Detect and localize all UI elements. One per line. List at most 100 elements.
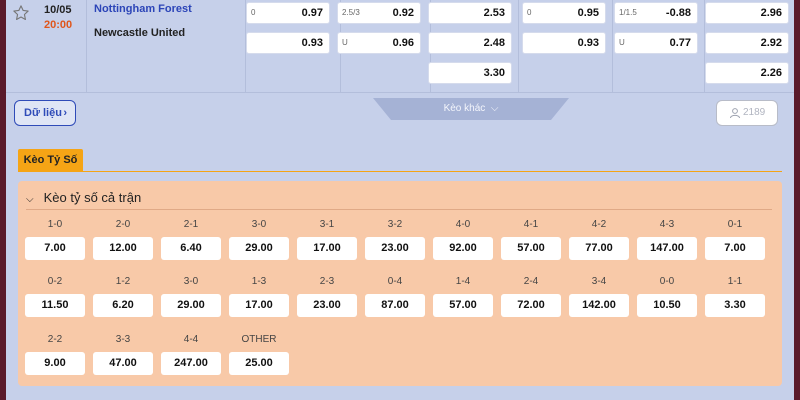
viewer-count: 2189: [743, 107, 766, 118]
score-label: 3-0: [183, 276, 199, 287]
odds-cell[interactable]: 2.53: [428, 2, 512, 24]
data-button[interactable]: Dữ liệu ›: [14, 100, 76, 126]
score-label: 2-2: [47, 334, 63, 345]
score-label: OTHER: [241, 334, 277, 345]
odds-value: 0.93: [301, 37, 323, 49]
score-odds-button[interactable]: 11.50: [25, 294, 85, 317]
score-label: 4-3: [659, 219, 675, 230]
score-label: 0-2: [47, 276, 63, 287]
score-label: 2-0: [115, 219, 131, 230]
score-label: 1-3: [251, 276, 267, 287]
more-odds-toggle[interactable]: Kèo khác ⌵: [373, 98, 569, 120]
score-label: 4-4: [183, 334, 199, 345]
score-label: 2-3: [319, 276, 335, 287]
score-label: 1-2: [115, 276, 131, 287]
panel-header[interactable]: ⌵ Kèo tỷ số cả trận: [26, 190, 141, 205]
score-odds-button[interactable]: 87.00: [365, 294, 425, 317]
score-odds-button[interactable]: 25.00: [229, 352, 289, 375]
more-odds-row: Kèo khác ⌵: [373, 103, 569, 114]
odds-cell[interactable]: 1/1.5 -0.88: [614, 2, 698, 24]
odds-value: 2.96: [760, 7, 782, 19]
score-odds-button[interactable]: 17.00: [297, 237, 357, 260]
odds-value: 0.97: [301, 7, 323, 19]
match-date: 10/05: [44, 4, 72, 16]
score-label: 3-2: [387, 219, 403, 230]
odds-value: 0.93: [577, 37, 599, 49]
odds-cell[interactable]: 2.92: [705, 32, 789, 54]
odds-cell[interactable]: 0 0.97: [246, 2, 330, 24]
odds-cell[interactable]: 2.26: [705, 62, 789, 84]
score-odds-button[interactable]: 29.00: [229, 237, 289, 260]
odds-board: 10/05 20:00 Nottingham Forest Newcastle …: [6, 0, 794, 400]
score-odds-button[interactable]: 29.00: [161, 294, 221, 317]
score-odds-button[interactable]: 23.00: [297, 294, 357, 317]
handicap-line: 0: [527, 8, 532, 17]
odds-value: 2.53: [483, 7, 505, 19]
score-odds-button[interactable]: 10.50: [637, 294, 697, 317]
score-odds-button[interactable]: 17.00: [229, 294, 289, 317]
odds-cell[interactable]: 2.48: [428, 32, 512, 54]
score-odds-button[interactable]: 12.00: [93, 237, 153, 260]
odds-value: 0.92: [392, 7, 414, 19]
score-label: 1-1: [727, 276, 743, 287]
handicap-line: 2.5/3: [342, 8, 360, 17]
odds-value: 0.96: [392, 37, 414, 49]
score-odds-button[interactable]: 7.00: [25, 237, 85, 260]
tab-correct-score[interactable]: Kèo Tỷ Số: [18, 149, 83, 171]
column-divider: [612, 0, 613, 92]
odds-cell[interactable]: 0.93: [522, 32, 606, 54]
score-odds-button[interactable]: 57.00: [433, 294, 493, 317]
odds-value: 0.95: [577, 7, 599, 19]
odds-value: 3.30: [483, 67, 505, 79]
chevron-down-icon: ⌵: [26, 194, 34, 205]
odds-cell[interactable]: 0 0.95: [522, 2, 606, 24]
match-row: 10/05 20:00 Nottingham Forest Newcastle …: [6, 0, 794, 92]
odds-cell[interactable]: 2.96: [705, 2, 789, 24]
home-team[interactable]: Nottingham Forest: [94, 3, 192, 15]
star-icon[interactable]: [12, 4, 30, 22]
score-odds-button[interactable]: 6.40: [161, 237, 221, 260]
score-odds-button[interactable]: 7.00: [705, 237, 765, 260]
score-odds-button[interactable]: 142.00: [569, 294, 629, 317]
score-odds-button[interactable]: 247.00: [161, 352, 221, 375]
score-label: 3-0: [251, 219, 267, 230]
score-label: 4-2: [591, 219, 607, 230]
score-odds-button[interactable]: 9.00: [25, 352, 85, 375]
score-odds-button[interactable]: 92.00: [433, 237, 493, 260]
correct-score-panel: ⌵ Kèo tỷ số cả trận 1-0 7.00 2-0 12.00 2-1 6.…: [18, 181, 782, 386]
odds-cell[interactable]: 0.93: [246, 32, 330, 54]
row-divider: [6, 92, 794, 93]
score-odds-button[interactable]: 72.00: [501, 294, 561, 317]
panel-title: Kèo tỷ số cả trận: [43, 190, 142, 205]
user-icon: [730, 108, 740, 119]
data-button-label: Dữ liệu: [24, 107, 62, 119]
score-odds-button[interactable]: 23.00: [365, 237, 425, 260]
chevron-right-icon: ›: [63, 107, 67, 119]
score-odds-button[interactable]: 147.00: [637, 237, 697, 260]
odds-cell[interactable]: 3.30: [428, 62, 512, 84]
chevron-down-icon: ⌵: [488, 103, 499, 114]
odds-cell[interactable]: 2.5/3 0.92: [337, 2, 421, 24]
score-odds-button[interactable]: 77.00: [569, 237, 629, 260]
score-label: 3-3: [115, 334, 131, 345]
tab-underline: [18, 171, 782, 172]
odds-value: -0.88: [665, 7, 691, 19]
handicap-line: U: [342, 38, 348, 47]
score-odds-button[interactable]: 57.00: [501, 237, 561, 260]
odds-value: 0.77: [669, 37, 691, 49]
score-label: 1-0: [47, 219, 63, 230]
odds-value: 2.26: [760, 67, 782, 79]
score-label: 1-4: [455, 276, 471, 287]
score-label: 3-1: [319, 219, 335, 230]
score-odds-button[interactable]: 6.20: [93, 294, 153, 317]
score-label: 0-0: [659, 276, 675, 287]
odds-cell[interactable]: U 0.77: [614, 32, 698, 54]
score-label: 4-0: [455, 219, 471, 230]
viewer-count-button[interactable]: 2189: [716, 100, 778, 126]
teams-column: Nottingham Forest Newcastle United: [86, 0, 246, 92]
match-time: 20:00: [44, 19, 73, 31]
odds-cell[interactable]: U 0.96: [337, 32, 421, 54]
away-team: Newcastle United: [94, 27, 186, 39]
score-odds-button[interactable]: 47.00: [93, 352, 153, 375]
score-odds-button[interactable]: 3.30: [705, 294, 765, 317]
